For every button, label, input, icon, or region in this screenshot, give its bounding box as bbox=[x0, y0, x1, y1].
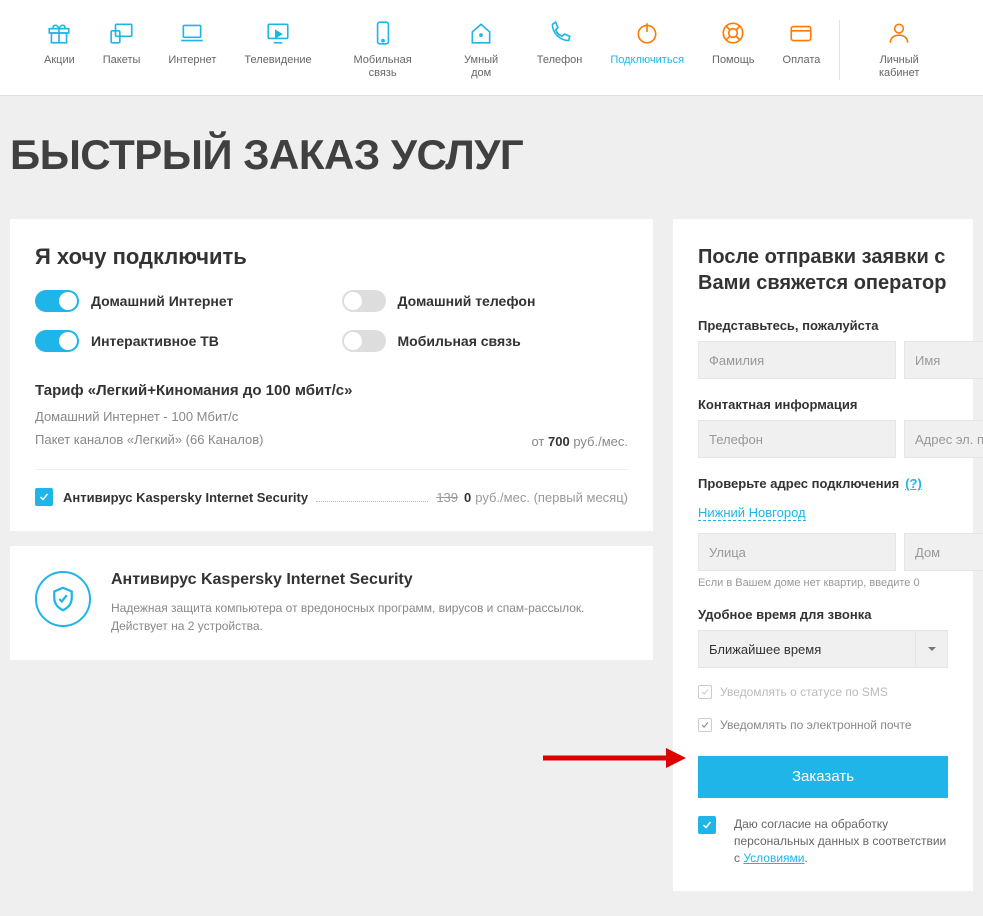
nav-payment[interactable]: Оплата bbox=[769, 20, 835, 80]
card-icon bbox=[788, 20, 814, 46]
name-label: Представьтесь, пожалуйста bbox=[698, 318, 948, 333]
nav-help[interactable]: Помощь bbox=[698, 20, 769, 80]
notify-sms-row: Уведомлять о статусе по SMS bbox=[698, 684, 948, 701]
antivirus-desc: Надежная защита компьютера от вредоносны… bbox=[111, 599, 628, 635]
phone-input[interactable] bbox=[698, 420, 896, 458]
chevron-down-icon bbox=[927, 644, 937, 654]
shield-icon bbox=[35, 571, 91, 627]
city-link[interactable]: Нижний Новгород bbox=[698, 505, 806, 521]
notify-email-row: Уведомлять по электронной почте bbox=[698, 717, 948, 734]
order-button[interactable]: Заказать bbox=[698, 756, 948, 798]
toggle-interactive-tv[interactable] bbox=[35, 330, 79, 352]
kaspersky-checkbox[interactable] bbox=[35, 488, 53, 506]
notify-sms-checkbox bbox=[698, 685, 712, 699]
address-hint: Если в Вашем доме нет квартир, введите 0 bbox=[698, 577, 948, 589]
calltime-dropdown-button[interactable] bbox=[916, 630, 948, 668]
email-input[interactable] bbox=[904, 420, 983, 458]
devices-icon bbox=[109, 20, 135, 46]
nav-internet[interactable]: Интернет bbox=[154, 20, 230, 80]
consent-row: Даю согласие на обработку персональных д… bbox=[698, 816, 948, 866]
phone-icon bbox=[547, 20, 573, 46]
consent-checkbox[interactable] bbox=[698, 816, 716, 834]
calltime-select[interactable] bbox=[698, 630, 916, 668]
home-icon bbox=[468, 20, 494, 46]
laptop-icon bbox=[179, 20, 205, 46]
connect-panel: Я хочу подключить Домашний Интернет Дома… bbox=[10, 219, 653, 531]
address-help-link[interactable]: (?) bbox=[905, 476, 922, 491]
toggle-row-tv: Интерактивное ТВ bbox=[35, 330, 322, 352]
tariff-line: Пакет каналов «Легкий» (66 Каналов) bbox=[35, 432, 263, 447]
form-title: После отправки заявки с Вами свяжется оп… bbox=[698, 244, 948, 296]
notify-email-checkbox[interactable] bbox=[698, 718, 712, 732]
street-input[interactable] bbox=[698, 533, 896, 571]
nav-account[interactable]: Личный кабинет bbox=[845, 20, 953, 80]
toggle-row-internet: Домашний Интернет bbox=[35, 290, 322, 312]
nav-mobile[interactable]: Мобильная связь bbox=[326, 20, 440, 80]
page-title: БЫСТРЫЙ ЗАКАЗ УСЛУГ bbox=[0, 96, 983, 219]
user-icon bbox=[886, 20, 912, 46]
mobile-icon bbox=[370, 20, 396, 46]
name-input[interactable] bbox=[904, 341, 983, 379]
nav-phone[interactable]: Телефон bbox=[523, 20, 597, 80]
surname-input[interactable] bbox=[698, 341, 896, 379]
nav-smart-home[interactable]: Умный дом bbox=[440, 20, 523, 80]
tv-icon bbox=[265, 20, 291, 46]
power-icon bbox=[634, 20, 660, 46]
toggle-row-phone: Домашний телефон bbox=[342, 290, 629, 312]
gift-icon bbox=[46, 20, 72, 46]
order-form: После отправки заявки с Вами свяжется оп… bbox=[673, 219, 973, 891]
nav-connect[interactable]: Подключиться bbox=[596, 20, 698, 80]
lifebuoy-icon bbox=[720, 20, 746, 46]
kaspersky-row: Антивирус Kaspersky Internet Security 13… bbox=[35, 469, 628, 506]
top-nav: Акции Пакеты Интернет Телевидение Мобиль… bbox=[0, 0, 983, 96]
antivirus-panel: Антивирус Kaspersky Internet Security На… bbox=[10, 546, 653, 660]
nav-tv[interactable]: Телевидение bbox=[230, 20, 325, 80]
contact-label: Контактная информация bbox=[698, 397, 948, 412]
antivirus-title: Антивирус Kaspersky Internet Security bbox=[111, 571, 628, 589]
calltime-label: Удобное время для звонка bbox=[698, 607, 948, 622]
toggle-mobile[interactable] bbox=[342, 330, 386, 352]
nav-promotions[interactable]: Акции bbox=[30, 20, 89, 80]
toggle-home-phone[interactable] bbox=[342, 290, 386, 312]
tariff-title: Тариф «Легкий+Киномания до 100 мбит/с» bbox=[35, 382, 628, 399]
connect-heading: Я хочу подключить bbox=[35, 244, 628, 270]
consent-link[interactable]: Условиями bbox=[743, 851, 804, 865]
toggle-home-internet[interactable] bbox=[35, 290, 79, 312]
tariff-line: Домашний Интернет - 100 Мбит/с bbox=[35, 409, 628, 424]
toggle-row-mobile: Мобильная связь bbox=[342, 330, 629, 352]
address-label: Проверьте адрес подключения (?) bbox=[698, 476, 948, 491]
nav-packages[interactable]: Пакеты bbox=[89, 20, 155, 80]
house-input[interactable] bbox=[904, 533, 983, 571]
